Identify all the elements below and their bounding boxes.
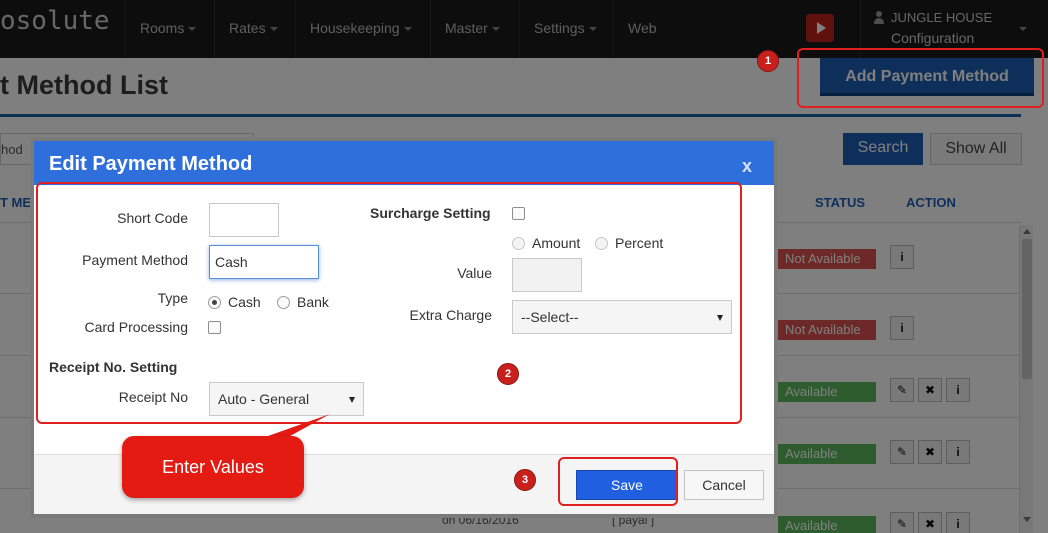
enter-values-callout: Enter Values xyxy=(122,436,304,498)
